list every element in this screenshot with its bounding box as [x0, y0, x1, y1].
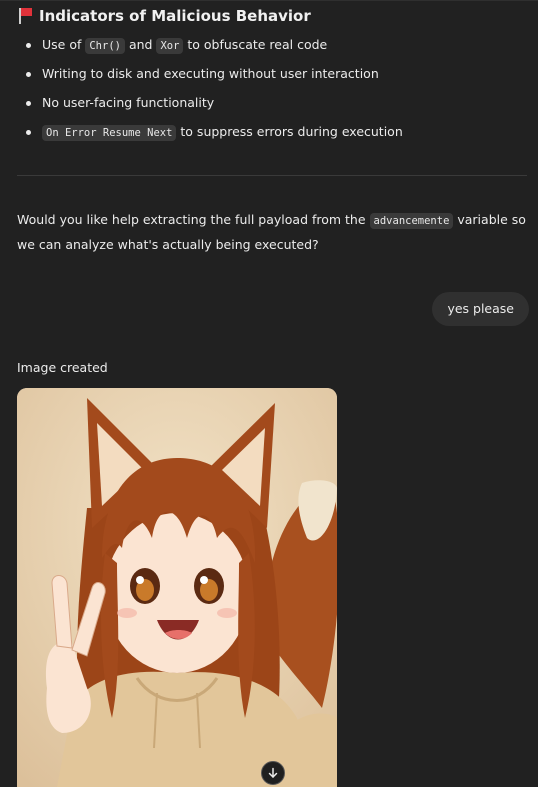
inline-code: Xor: [156, 38, 184, 54]
indicator-list: Use of Chr() and Xor to obfuscate real c…: [17, 34, 527, 150]
user-message-bubble: yes please: [432, 292, 529, 326]
scroll-to-bottom-button[interactable]: [261, 761, 285, 785]
image-status-label: Image created: [17, 360, 108, 375]
generated-image[interactable]: [17, 388, 337, 787]
user-message-text: yes please: [447, 301, 514, 316]
assistant-followup: Would you like help extracting the full …: [17, 212, 526, 252]
list-item: Writing to disk and executing without us…: [17, 63, 527, 92]
bullet: [26, 130, 31, 135]
inline-code: Chr(): [85, 38, 125, 54]
fox-girl-illustration: [17, 388, 337, 787]
list-item: No user-facing functionality: [17, 92, 527, 121]
top-border: [0, 0, 538, 1]
inline-code: advancemente: [369, 213, 454, 229]
red-flag-icon: [17, 7, 33, 25]
bullet: [26, 101, 31, 106]
section-heading: Indicators of Malicious Behavior: [17, 5, 311, 27]
inline-code: On Error Resume Next: [42, 125, 177, 141]
arrow-down-icon: [268, 767, 278, 778]
horizontal-rule: [17, 175, 527, 176]
section-title: Indicators of Malicious Behavior: [39, 7, 311, 25]
bullet: [26, 72, 31, 77]
list-item: Use of Chr() and Xor to obfuscate real c…: [17, 34, 527, 63]
bullet: [26, 43, 31, 48]
list-item: On Error Resume Next to suppress errors …: [17, 121, 527, 150]
